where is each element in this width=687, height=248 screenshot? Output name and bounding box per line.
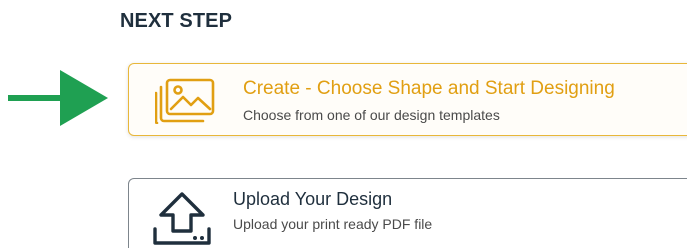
- upload-design-option[interactable]: Upload Your Design Upload your print rea…: [128, 178, 687, 248]
- create-option-subtitle: Choose from one of our design templates: [243, 107, 500, 123]
- section-heading: NEXT STEP: [120, 10, 233, 32]
- upload-option-subtitle: Upload your print ready PDF file: [233, 216, 433, 232]
- create-option-title: Create - Choose Shape and Start Designin…: [243, 78, 615, 99]
- create-design-option[interactable]: Create - Choose Shape and Start Designin…: [128, 63, 687, 136]
- right-arrow-icon: [8, 70, 108, 126]
- image-gallery-icon: [155, 78, 215, 124]
- upload-icon: [153, 192, 211, 245]
- upload-option-title: Upload Your Design: [233, 189, 393, 209]
- next-step-page: NEXT STEP Create - Choose Shape and Star…: [0, 0, 687, 248]
